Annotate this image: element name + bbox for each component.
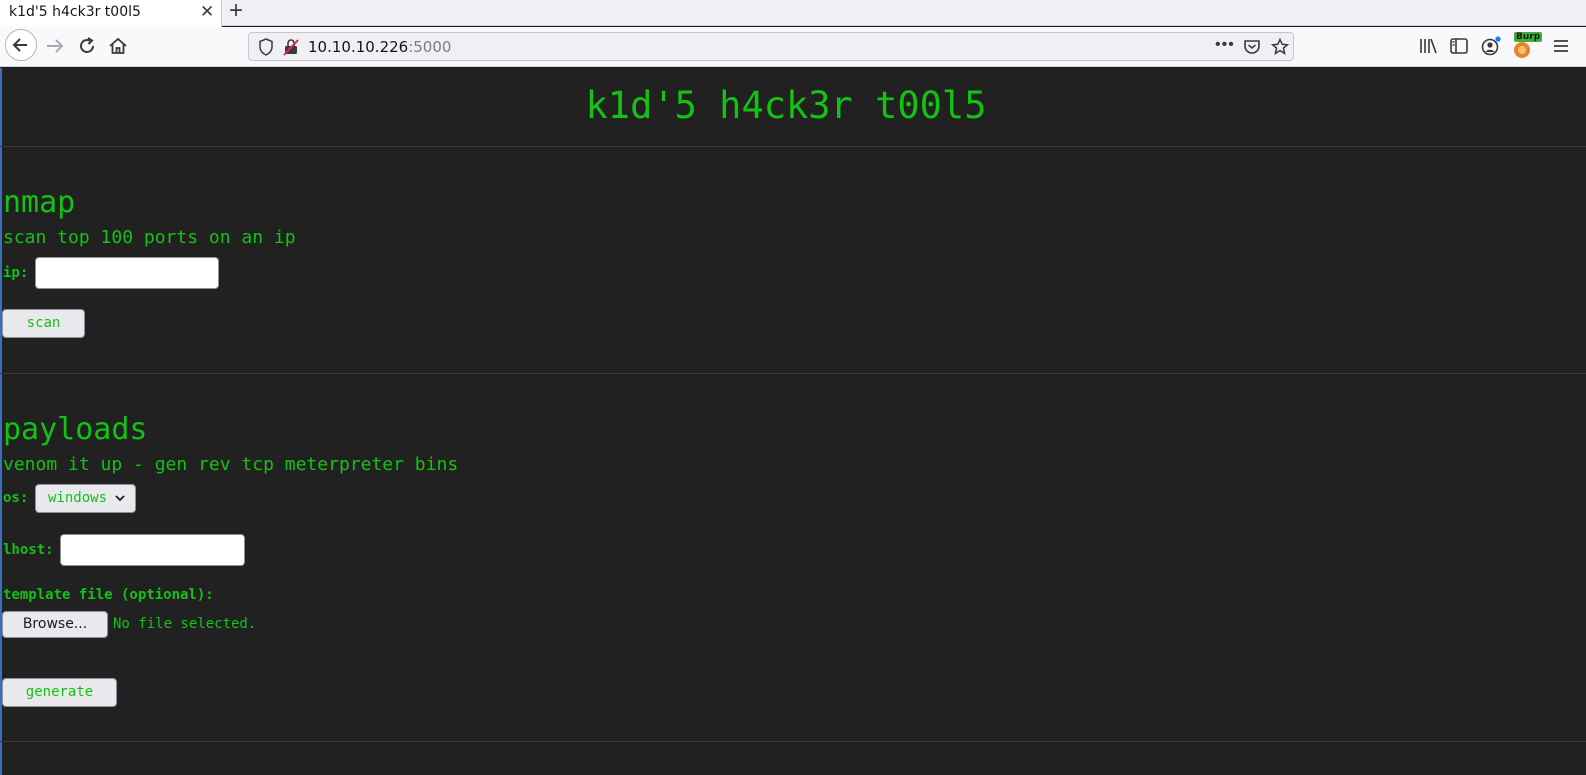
tab-title: k1d'5 h4ck3r t00l5 xyxy=(9,4,141,20)
payloads-heading: payloads xyxy=(3,412,148,447)
shield-icon[interactable] xyxy=(258,38,274,56)
pocket-icon[interactable] xyxy=(1243,38,1261,56)
scan-button[interactable]: scan xyxy=(2,309,85,338)
url-host: 10.10.10.226 xyxy=(308,38,409,56)
payloads-description: venom it up - gen rev tcp meterpreter bi… xyxy=(3,454,459,475)
forward-arrow-icon[interactable] xyxy=(44,35,66,57)
page-actions-icon[interactable]: ••• xyxy=(1215,36,1235,54)
tab-bar: k1d'5 h4ck3r t00l5 ✕ + xyxy=(0,0,1586,27)
os-selected-value: windows xyxy=(48,490,108,506)
menu-icon[interactable] xyxy=(1552,38,1570,54)
burp-extension-icon[interactable] xyxy=(1512,39,1532,59)
file-status: No file selected. xyxy=(113,616,257,632)
chevron-down-icon xyxy=(115,495,125,502)
bookmark-star-icon[interactable] xyxy=(1271,38,1289,56)
ip-input[interactable] xyxy=(35,257,219,289)
template-file-label: template file (optional): xyxy=(3,587,214,603)
os-select[interactable]: windows xyxy=(35,484,136,513)
back-arrow-icon xyxy=(12,38,27,52)
lhost-label: lhost: xyxy=(3,542,54,558)
divider xyxy=(0,146,1586,147)
burp-badge: Burp xyxy=(1514,32,1543,42)
nmap-description: scan top 100 ports on an ip xyxy=(3,227,296,248)
url-text: 10.10.10.226:5000 xyxy=(308,38,451,56)
page-title: k1d'5 h4ck3r t00l5 xyxy=(585,84,987,127)
browse-button[interactable]: Browse... xyxy=(2,611,108,638)
reload-icon[interactable] xyxy=(76,35,98,57)
page-content: k1d'5 h4ck3r t00l5 nmap scan top 100 por… xyxy=(0,68,1586,775)
browser-tab[interactable]: k1d'5 h4ck3r t00l5 ✕ xyxy=(0,0,222,27)
generate-button[interactable]: generate xyxy=(2,678,117,707)
nmap-heading: nmap xyxy=(3,185,76,220)
navigation-bar: 10.10.10.226:5000 ••• Burp xyxy=(0,27,1586,67)
divider xyxy=(0,741,1586,742)
lhost-input[interactable] xyxy=(60,534,245,566)
account-icon[interactable] xyxy=(1480,35,1502,57)
divider xyxy=(0,373,1586,374)
os-label: os: xyxy=(3,490,29,506)
home-icon[interactable] xyxy=(107,35,129,57)
ip-label: ip: xyxy=(3,265,29,281)
address-bar[interactable]: 10.10.10.226:5000 ••• xyxy=(248,32,1294,61)
back-button[interactable] xyxy=(5,29,37,61)
library-icon[interactable] xyxy=(1418,37,1438,55)
sidebar-icon[interactable] xyxy=(1449,37,1469,55)
url-port: :5000 xyxy=(408,38,452,56)
insecure-lock-icon[interactable] xyxy=(283,38,299,56)
new-tab-icon[interactable]: + xyxy=(229,0,243,23)
window-edge xyxy=(0,68,2,775)
close-tab-icon[interactable]: ✕ xyxy=(200,2,214,22)
